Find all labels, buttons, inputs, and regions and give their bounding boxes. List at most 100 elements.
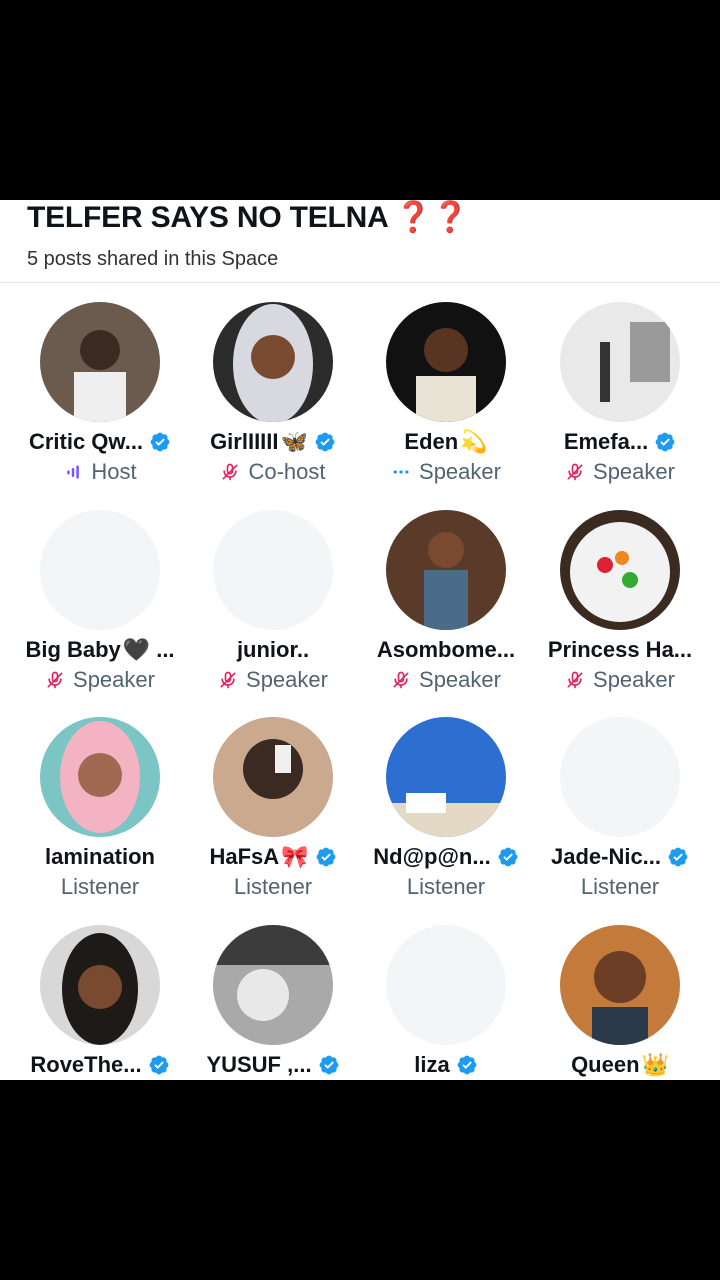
role-label: Host [91,459,137,484]
mic-off-icon [567,671,583,689]
role-label: Speaker [419,459,501,484]
avatar[interactable] [213,302,333,422]
space-details-panel: TELFER SAYS NO TELNA ❓❓ 5 posts shared in… [0,200,720,1080]
role-label: Speaker [73,667,155,692]
participant-card[interactable]: Nd@p@n... Listener [356,717,536,901]
avatar[interactable] [386,925,506,1045]
role-label: Speaker [246,667,328,692]
participant-role: Speaker [356,458,536,486]
name-emoji: 🦋 [280,429,308,454]
avatar[interactable] [386,717,506,837]
verified-badge-icon [149,1055,169,1075]
participant-name-text: HaFsA [209,844,280,869]
participant-role: Co-host [183,458,363,486]
participant-card[interactable]: liza [356,925,536,1079]
role-label: Listener [60,874,140,899]
participant-card[interactable]: Asombome... Speaker [356,510,536,694]
mic-off-icon [393,671,409,689]
role-label: Listener [580,874,660,899]
participant-name: lamination [10,843,190,871]
participant-card[interactable]: junior.. Speaker [183,510,363,694]
participant-card[interactable]: RoveThe... [10,925,190,1079]
mic-off-icon [47,671,63,689]
participant-card[interactable]: Emefa... Speaker [530,302,710,486]
participant-card[interactable]: GirlIIIII 🦋 Co-host [183,302,363,486]
participant-role: Listener [356,873,536,901]
participant-name: RoveThe... [10,1051,190,1079]
participant-name: Critic Qw... [10,428,190,456]
participant-role: Speaker [183,666,363,694]
verified-badge-icon [457,1055,477,1075]
role-label: Speaker [593,667,675,692]
avatar[interactable] [560,717,680,837]
mic-off-icon [220,671,236,689]
participant-name: Queen 👑 [530,1051,710,1079]
participant-name-text: Emefa... [563,429,649,454]
verified-badge-icon [316,847,335,867]
verified-badge-icon [319,1055,338,1075]
participant-name: Nd@p@n... [356,843,536,871]
avatar[interactable] [386,510,506,630]
avatar[interactable] [40,717,160,837]
name-emoji: 🖤 [122,637,151,662]
participant-name-text: YUSUF ,... [206,1052,312,1077]
participant-role: Listener [10,873,190,901]
name-truncation: ... [156,637,175,662]
name-emoji: 💫 [460,429,488,454]
avatar[interactable] [40,302,160,422]
verified-badge-icon [668,847,688,867]
mic-off-icon [567,463,583,481]
participant-card[interactable]: Jade-Nic... Listener [530,717,710,901]
role-label: Listener [406,874,486,899]
verified-badge-icon [498,847,518,867]
participant-name-text: Critic Qw... [28,429,144,454]
avatar[interactable] [560,302,680,422]
ellipsis-icon [393,470,409,474]
shared-posts-link[interactable]: 5 posts shared in this Space [27,248,720,271]
participant-name-text: Big Baby [25,637,121,662]
avatar[interactable] [40,925,160,1045]
participant-name: Princess Ha... [530,636,710,664]
participant-role: Speaker [530,458,710,486]
participant-card[interactable]: Queen 👑 [530,925,710,1079]
participant-name: liza [356,1051,536,1079]
participant-name-text: Queen [571,1052,640,1077]
name-emoji: 🎀 [281,844,309,869]
avatar[interactable] [386,302,506,422]
space-header: TELFER SAYS NO TELNA ❓❓ 5 posts shared in… [0,200,720,283]
participant-role: Speaker [356,666,536,694]
participant-card[interactable]: lamination Listener [10,717,190,901]
avatar[interactable] [213,717,333,837]
participant-name: Asombome... [356,636,536,664]
avatar[interactable] [560,925,680,1045]
participant-card[interactable]: Eden 💫 Speaker [356,302,536,486]
participant-name-text: junior.. [236,637,310,662]
role-label: Listener [233,874,313,899]
participant-name-text: RoveThe... [30,1052,142,1077]
avatar[interactable] [560,510,680,630]
participant-name: Eden 💫 [356,428,536,456]
speaking-bars-icon [67,465,80,479]
participant-card[interactable]: Big Baby 🖤... Speaker [10,510,190,694]
participant-name-text: Eden [404,429,459,454]
space-title-text: TELFER SAYS NO TELNA [27,201,389,234]
avatar[interactable] [213,925,333,1045]
participant-card[interactable]: Princess Ha... Speaker [530,510,710,694]
space-title: TELFER SAYS NO TELNA ❓❓ [27,200,720,236]
avatar[interactable] [213,510,333,630]
participant-role: Listener [530,873,710,901]
participant-card[interactable]: YUSUF ,... [183,925,363,1079]
participant-role: Speaker [10,666,190,694]
participant-card[interactable]: Critic Qw... Host [10,302,190,486]
verified-badge-icon [655,432,675,452]
participant-name: Emefa... [530,428,710,456]
participant-card[interactable]: HaFsA 🎀 Listener [183,717,363,901]
participant-name-text: liza [414,1052,450,1077]
verified-badge-icon [315,432,335,452]
participant-name: HaFsA 🎀 [183,843,363,871]
participant-name: YUSUF ,... [183,1051,363,1079]
participant-name-text: lamination [44,844,155,869]
mic-off-icon [222,463,238,481]
role-label: Speaker [419,667,501,692]
avatar[interactable] [40,510,160,630]
